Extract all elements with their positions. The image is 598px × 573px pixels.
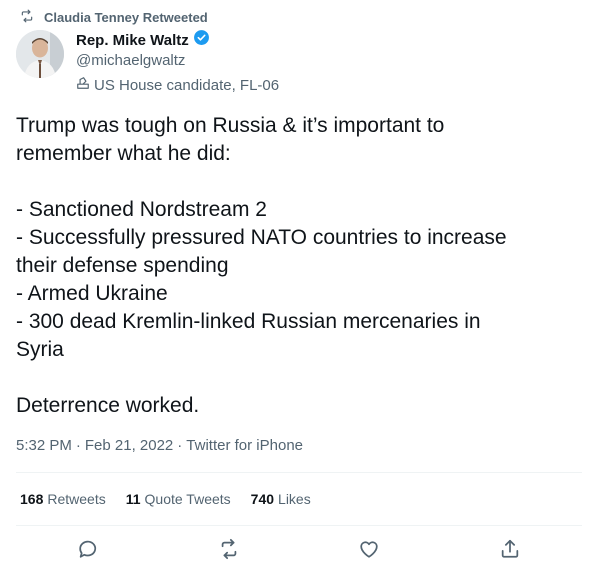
tweet-date[interactable]: Feb 21, 2022 <box>85 437 173 454</box>
reply-button[interactable] <box>77 538 99 560</box>
tweet-time[interactable]: 5:32 PM <box>16 437 72 454</box>
verified-badge-icon <box>193 29 210 51</box>
handle[interactable]: @michaelgwaltz <box>76 51 279 71</box>
divider <box>16 472 582 473</box>
retweets-stat[interactable]: 168 Retweets <box>20 491 106 507</box>
quote-tweets-count: 11 <box>125 491 141 507</box>
retweet-indicator-icon <box>20 9 34 26</box>
meta-separator: · <box>75 437 81 454</box>
account-label-text: US House candidate, FL-06 <box>94 76 280 94</box>
engagement-stats: 168 Retweets 11 Quote Tweets 740 Likes <box>20 491 311 507</box>
retweet-icon <box>218 538 240 564</box>
reply-icon <box>77 540 99 564</box>
meta-separator: · <box>177 437 183 454</box>
tweet-source[interactable]: Twitter for iPhone <box>186 437 303 454</box>
retweeted-by-row[interactable]: Claudia Tenney Retweeted <box>20 9 208 25</box>
likes-label: Likes <box>278 491 311 507</box>
quote-tweets-stat[interactable]: 11 Quote Tweets <box>126 491 231 507</box>
likes-count: 740 <box>250 491 275 507</box>
author-block: Rep. Mike Waltz @michaelgwaltz US House … <box>76 30 279 95</box>
retweets-label: Retweets <box>47 491 106 507</box>
heart-icon <box>358 541 380 564</box>
account-label[interactable]: US House candidate, FL-06 <box>76 75 279 95</box>
share-icon <box>499 539 521 564</box>
ballot-box-icon <box>76 76 90 94</box>
quote-tweets-label: Quote Tweets <box>144 491 231 507</box>
retweet-button[interactable] <box>218 538 240 560</box>
tweet-meta: 5:32 PM · Feb 21, 2022 · Twitter for iPh… <box>16 437 303 454</box>
avatar[interactable] <box>16 30 64 78</box>
action-bar <box>0 536 598 564</box>
like-button[interactable] <box>358 538 380 560</box>
retweets-count: 168 <box>20 491 44 507</box>
share-button[interactable] <box>499 538 521 560</box>
divider <box>16 525 582 526</box>
retweeted-by-label[interactable]: Claudia Tenney Retweeted <box>44 10 208 25</box>
tweet-text: Trump was tough on Russia & it’s importa… <box>16 114 507 417</box>
likes-stat[interactable]: 740 Likes <box>251 491 311 507</box>
display-name[interactable]: Rep. Mike Waltz <box>76 32 189 49</box>
